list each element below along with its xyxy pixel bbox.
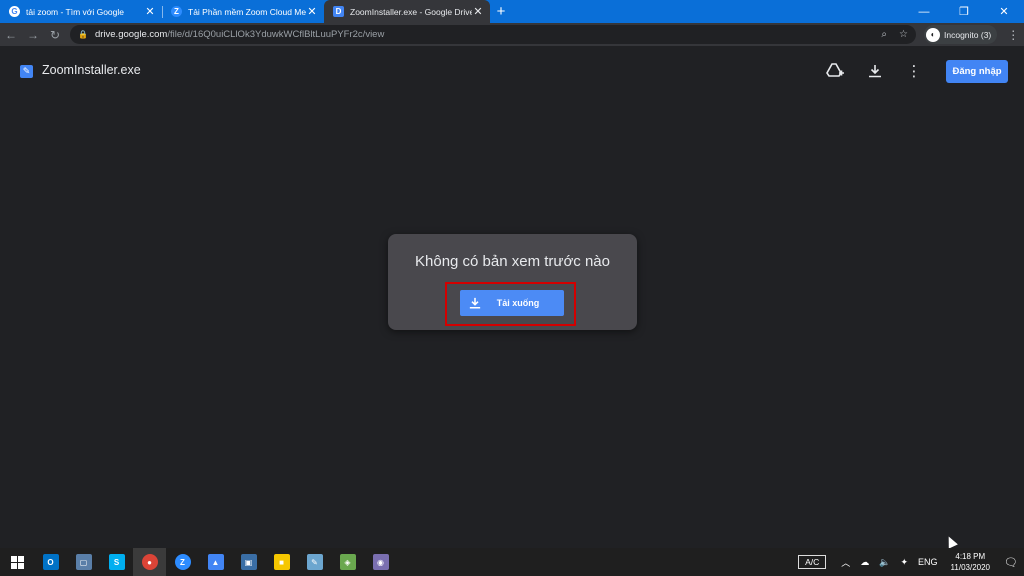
tab-title: Tải Phần mềm Zoom Cloud Meetings (188, 6, 306, 17)
taskbar-chrome-icon[interactable]: ● (133, 548, 166, 576)
taskbar-zoom-icon[interactable]: Z (166, 548, 199, 576)
red-highlight-box (445, 282, 576, 326)
dropbox-icon[interactable]: ✦ (900, 557, 908, 568)
clock-date: 11/03/2020 (950, 563, 990, 572)
google-favicon-icon: G (9, 6, 20, 17)
download-icon[interactable] (864, 60, 886, 82)
chrome-icon: ● (141, 554, 158, 570)
windows-start-icon[interactable] (0, 548, 34, 576)
incognito-label: Incognito (3) (944, 29, 992, 40)
taskbar-skype-icon[interactable]: S (100, 548, 133, 576)
lock-icon: 🔒 (78, 30, 88, 39)
skype-icon: S (108, 554, 125, 570)
tab-zoom-download[interactable]: Z Tải Phần mềm Zoom Cloud Meetings ✕ (162, 0, 324, 23)
tab-google-search[interactable]: G tải zoom - Tìm với Google ✕ (0, 0, 162, 23)
reload-icon[interactable]: ↻ (44, 24, 66, 46)
computer-icon: ▣ (240, 554, 257, 570)
back-arrow-icon[interactable]: ← (0, 24, 22, 46)
tab-title: ZoomInstaller.exe - Google Drive (350, 6, 472, 17)
tab-strip: G tải zoom - Tìm với Google ✕ Z Tải Phần… (0, 0, 1024, 23)
bookmark-star-icon[interactable]: ☆ (899, 29, 908, 40)
tab-google-drive[interactable]: D ZoomInstaller.exe - Google Drive ✕ (324, 0, 490, 23)
window-controls: — ❐ ✕ (904, 0, 1024, 23)
language-indicator[interactable]: ENG (918, 557, 938, 567)
browser-toolbar: ← → ↻ 🔒 drive.google.com /file/d/16Q0uiC… (0, 23, 1024, 46)
drive-file-favicon-icon: D (333, 6, 344, 17)
forward-arrow-icon[interactable]: → (22, 24, 44, 46)
drive-viewer-header: ✎ ZoomInstaller.exe ⋮ Đăng nhập (0, 46, 1024, 98)
vpn-icon: ◉ (372, 554, 389, 570)
taskbar-files-icon[interactable]: ▢ (67, 548, 100, 576)
close-window-icon[interactable]: ✕ (984, 0, 1024, 23)
address-bar[interactable]: 🔒 drive.google.com /file/d/16Q0uiCLlOk3Y… (70, 25, 916, 44)
taskbar-sticky-notes-icon[interactable]: ■ (265, 548, 298, 576)
file-name: ZoomInstaller.exe (42, 63, 141, 77)
incognito-profile-button[interactable]: ◐ Incognito (3) (924, 25, 998, 44)
sticky-notes-icon: ■ (273, 554, 290, 570)
taskbar-computer-icon[interactable]: ▣ (232, 548, 265, 576)
no-preview-message: Không có bản xem trước nào (415, 253, 610, 270)
taskbar-vmware-icon[interactable]: ◈ (331, 548, 364, 576)
taskbar-outlook-icon[interactable]: O (34, 548, 67, 576)
notification-icon[interactable]: 🗨 (998, 556, 1024, 569)
taskbar-notepad-icon[interactable]: ✎ (298, 548, 331, 576)
ac-indicator[interactable]: A/C (798, 555, 827, 569)
add-to-drive-icon[interactable] (824, 60, 846, 82)
close-tab-icon[interactable]: ✕ (306, 5, 318, 18)
minimize-icon[interactable]: — (904, 0, 944, 23)
files-icon: ▢ (75, 554, 92, 570)
windows-taskbar: O ▢ S ● Z ▲ ▣ ■ ✎ ◈ ◉ A/C ︿ ☁ 🔈 ✦ ENG 4:18 PM 11/0… (0, 548, 1024, 576)
url-host: drive.google.com (94, 29, 168, 40)
system-tray: A/C ︿ ☁ 🔈 ✦ ENG 4:18 PM 11/03/2020 🗨 (798, 548, 1024, 576)
chevron-up-icon[interactable]: ︿ (841, 556, 850, 569)
file-type-icon: ✎ (20, 65, 33, 78)
close-tab-icon[interactable]: ✕ (472, 5, 484, 18)
url-path: /file/d/16Q0uiCLlOk3YduwkWCflBltLuuPYFr2… (167, 29, 385, 40)
clock-time: 4:18 PM (955, 552, 986, 561)
mouse-cursor-icon (944, 534, 958, 549)
outlook-icon: O (42, 554, 59, 570)
taskbar-drive-icon[interactable]: ▲ (199, 548, 232, 576)
taskbar-vpn-icon[interactable]: ◉ (364, 548, 397, 576)
chrome-menu-icon[interactable]: ⋮ (1007, 28, 1019, 42)
close-tab-icon[interactable]: ✕ (144, 5, 156, 18)
restore-icon[interactable]: ❐ (944, 0, 984, 23)
new-tab-button[interactable]: + (490, 0, 512, 23)
taskbar-apps: O ▢ S ● Z ▲ ▣ ■ ✎ ◈ ◉ (34, 548, 397, 576)
notepad-icon: ✎ (306, 554, 323, 570)
incognito-icon: ◐ (926, 27, 940, 42)
drive-icon: ▲ (207, 554, 224, 570)
vmware-icon: ◈ (339, 554, 356, 570)
volume-icon[interactable]: 🔈 (879, 557, 890, 568)
more-options-icon[interactable]: ⋮ (903, 60, 925, 82)
zoom-favicon-icon: Z (171, 6, 182, 17)
zoom-icon: Z (174, 554, 191, 570)
sign-in-button[interactable]: Đăng nhập (946, 60, 1008, 83)
zoom-lens-icon[interactable]: ⌕ (881, 29, 887, 40)
clock[interactable]: 4:18 PM 11/03/2020 (951, 551, 990, 573)
tab-title: tải zoom - Tìm với Google (26, 6, 125, 17)
cloud-icon[interactable]: ☁ (860, 557, 869, 568)
screen: G tải zoom - Tìm với Google ✕ Z Tải Phần… (0, 0, 1024, 576)
